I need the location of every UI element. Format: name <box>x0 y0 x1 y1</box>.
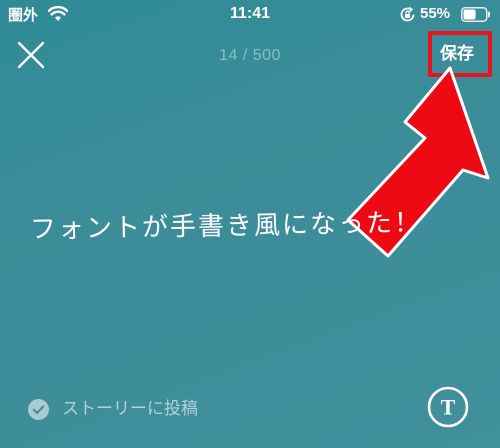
text-style-icon: T <box>441 395 456 420</box>
rotation-lock-icon <box>400 6 415 22</box>
story-editor-screen: 圏外 11:41 55% 14 / 500 保存 フォントが手書き風になった！ … <box>0 0 500 448</box>
checkmark-circle-icon <box>28 399 49 420</box>
text-style-button[interactable]: T <box>427 386 469 428</box>
status-bar: 圏外 11:41 55% <box>0 0 500 30</box>
share-to-story-label: ストーリーに投稿 <box>62 399 198 419</box>
battery-percent: 55% <box>420 5 451 22</box>
story-text[interactable]: フォントが手書き風になった！ <box>30 204 471 248</box>
battery-icon <box>461 7 490 22</box>
